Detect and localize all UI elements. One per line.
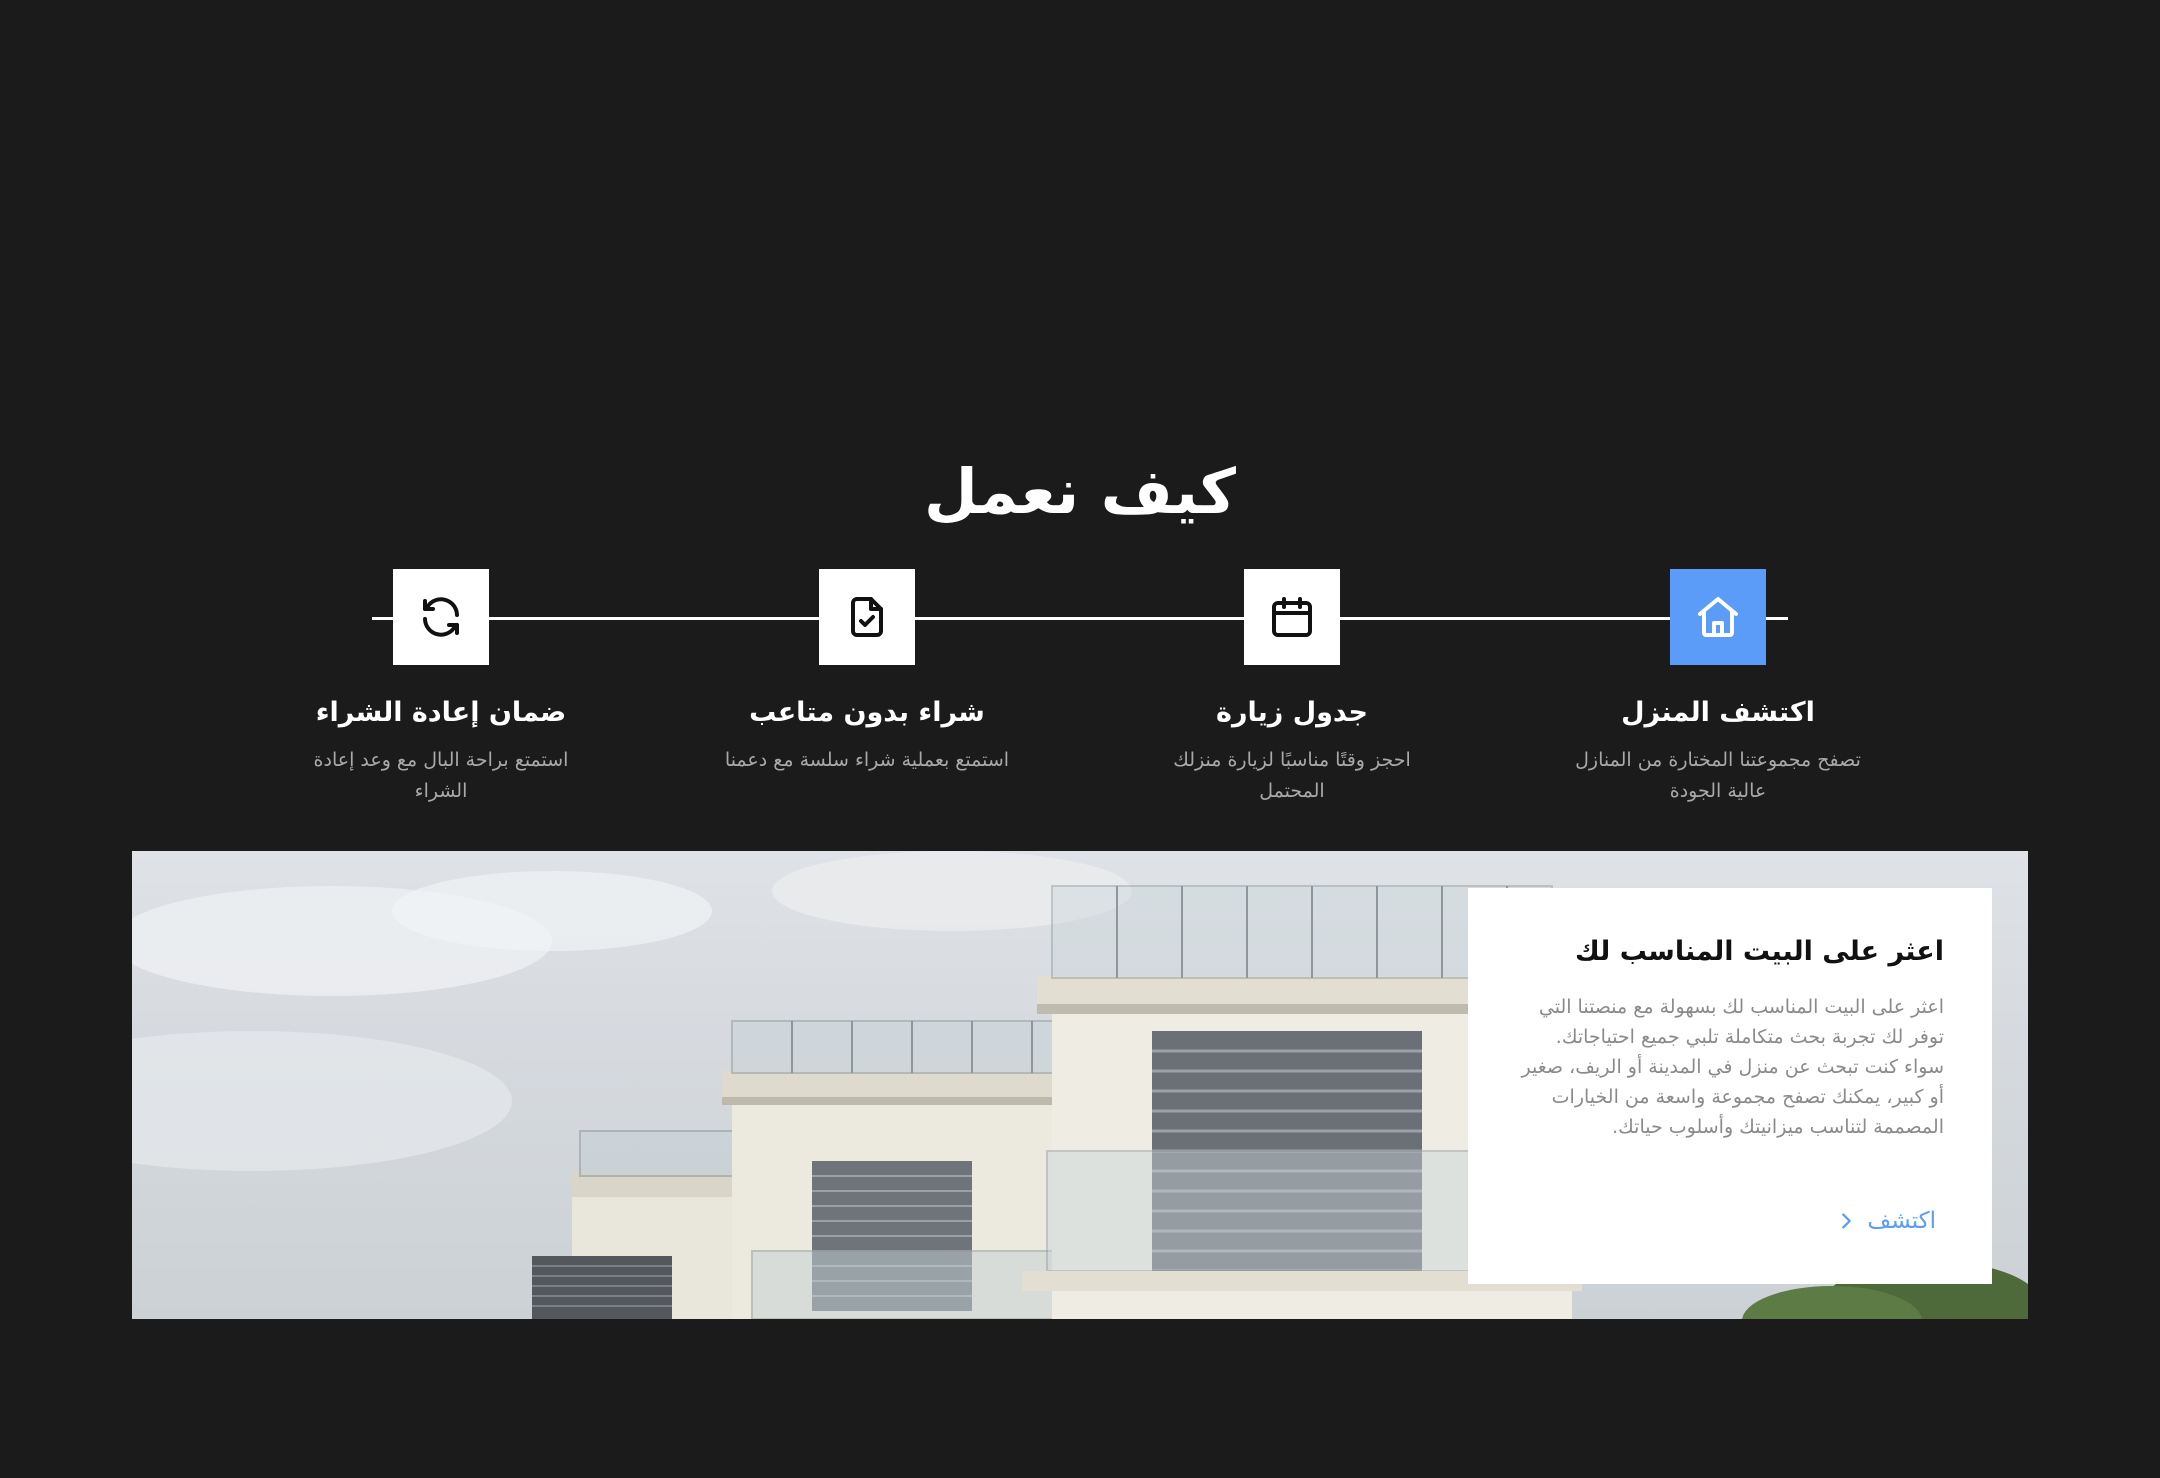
step-title: ضمان إعادة الشراء [315, 697, 567, 728]
step-description: استمتع براحة البال مع وعد إعادة الشراء [313, 749, 569, 802]
file-check-icon [851, 597, 883, 637]
step-description: احجز وقتًا مناسبًا لزيارة منزلك المحتمل [1173, 749, 1411, 802]
discover-link[interactable]: اكتشف [1835, 1208, 1936, 1234]
card-title: اعثر على البيت المناسب لك [1575, 936, 1944, 967]
step-icon-box[interactable] [819, 569, 915, 665]
find-home-card: اعثر على البيت المناسب لك اعثر على البيت… [1468, 888, 1992, 1284]
step-hassle-free-purchase[interactable]: شراء بدون متاعب استمتع بعملية شراء سلسة … [717, 569, 1017, 776]
refresh-icon [423, 597, 459, 637]
step-title: شراء بدون متاعب [749, 697, 985, 728]
step-icon-box[interactable] [393, 569, 489, 665]
calendar-icon [1272, 597, 1312, 637]
discover-link-label: اكتشف [1867, 1208, 1936, 1234]
step-schedule-visit[interactable]: جدول زيارة احجز وقتًا مناسبًا لزيارة منز… [1142, 569, 1442, 807]
step-title: اكتشف المنزل [1621, 697, 1815, 728]
step-description: تصفح مجموعتنا المختارة من المنازل عالية … [1575, 749, 1861, 802]
card-text: اعثر على البيت المناسب لك بسهولة مع منصت… [1521, 996, 1944, 1138]
step-icon-box[interactable] [1670, 569, 1766, 665]
home-icon [1698, 597, 1738, 637]
step-buyback-guarantee[interactable]: ضمان إعادة الشراء استمتع براحة البال مع … [291, 569, 591, 807]
step-discover-home[interactable]: اكتشف المنزل تصفح مجموعتنا المختارة من ا… [1568, 569, 1868, 807]
step-icon-box[interactable] [1244, 569, 1340, 665]
section-title: كيف نعمل [924, 455, 1236, 528]
step-title: جدول زيارة [1216, 697, 1368, 728]
step-description: استمتع بعملية شراء سلسة مع دعمنا [724, 749, 1010, 771]
chevron-right-icon [1842, 1213, 1852, 1229]
